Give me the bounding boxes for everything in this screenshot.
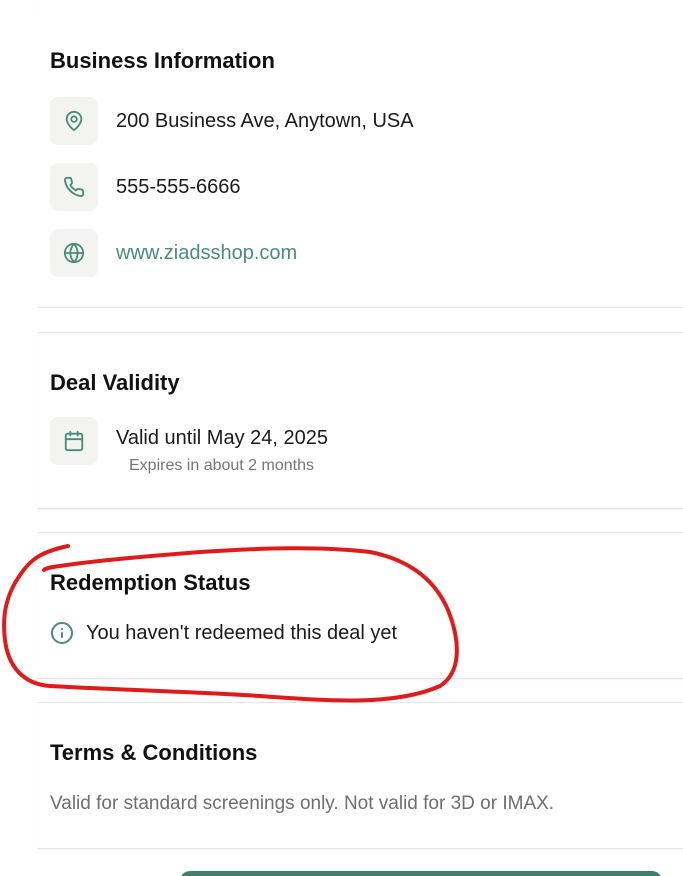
redemption-status-card: Redemption Status You haven't redeemed t…	[37, 532, 683, 679]
phone-row: 555-555-6666	[50, 163, 241, 211]
website-row: www.ziadsshop.com	[50, 229, 297, 277]
redemption-status-message: You haven't redeemed this deal yet	[86, 621, 398, 644]
terms-conditions-text: Valid for standard screenings only. Not …	[50, 793, 555, 814]
deal-validity-title: Deal Validity	[50, 370, 180, 395]
business-information-card: Business Information 200 Business Ave, A…	[37, 12, 683, 308]
globe-icon	[50, 229, 98, 277]
address-row: 200 Business Ave, Anytown, USA	[50, 97, 414, 145]
phone-icon	[50, 163, 98, 211]
business-address: 200 Business Ave, Anytown, USA	[116, 109, 414, 132]
info-icon	[51, 622, 73, 644]
valid-until-text: Valid until May 24, 2025	[116, 427, 328, 449]
calendar-icon	[50, 417, 98, 465]
business-website-link[interactable]: www.ziadsshop.com	[116, 242, 297, 265]
map-pin-icon	[50, 97, 98, 145]
redemption-status-row: You haven't redeemed this deal yet	[50, 621, 397, 645]
terms-conditions-title: Terms & Conditions	[50, 740, 258, 765]
redemption-status-title: Redemption Status	[50, 570, 251, 595]
deal-details-page: Business Information 200 Business Ave, A…	[0, 0, 683, 876]
business-phone[interactable]: 555-555-6666	[116, 176, 241, 199]
deal-validity-card: Deal Validity Valid until May 24, 2025 E…	[37, 332, 683, 509]
terms-conditions-card: Terms & Conditions Valid for standard sc…	[37, 702, 683, 849]
primary-action-button[interactable]	[180, 871, 662, 876]
expires-note: Expires in about 2 months	[129, 457, 314, 474]
business-information-title: Business Information	[50, 48, 275, 73]
validity-row: Valid until May 24, 2025 Expires in abou…	[50, 417, 328, 474]
